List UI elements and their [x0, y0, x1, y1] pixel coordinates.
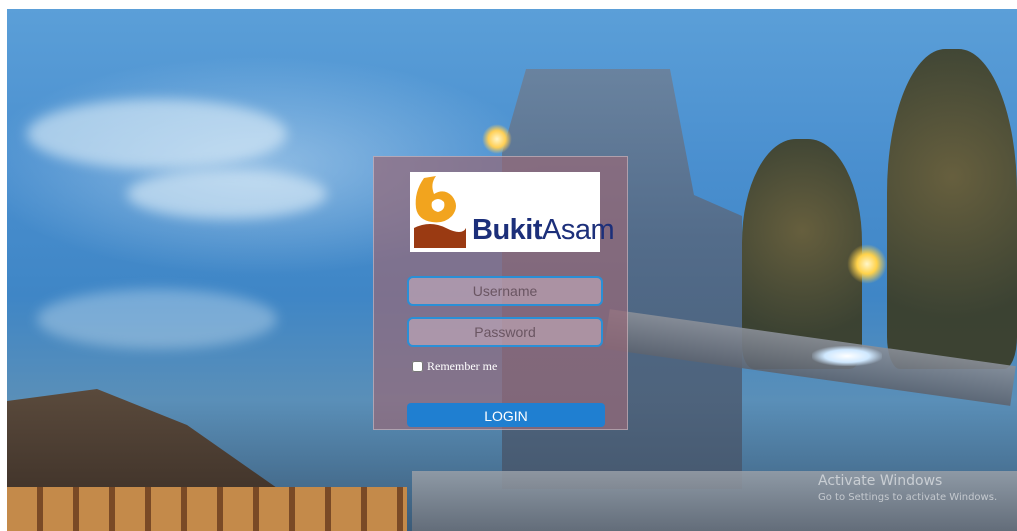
- activate-windows-watermark: Activate Windows Go to Settings to activ…: [818, 472, 997, 506]
- username-input[interactable]: [407, 276, 603, 306]
- remember-me-checkbox[interactable]: [412, 360, 423, 372]
- login-button[interactable]: LOGIN: [407, 403, 605, 427]
- password-input[interactable]: [407, 317, 603, 347]
- watermark-title: Activate Windows: [818, 473, 943, 489]
- remember-me-label[interactable]: Remember me: [427, 359, 497, 374]
- watermark-subtitle: Go to Settings to activate Windows.: [818, 492, 998, 503]
- remember-me-row: Remember me: [412, 358, 497, 374]
- login-panel: BukitAsam Remember me LOGIN: [373, 156, 628, 430]
- logo-wordmark: BukitAsam: [472, 214, 615, 246]
- bukit-asam-logo: BukitAsam: [410, 172, 615, 252]
